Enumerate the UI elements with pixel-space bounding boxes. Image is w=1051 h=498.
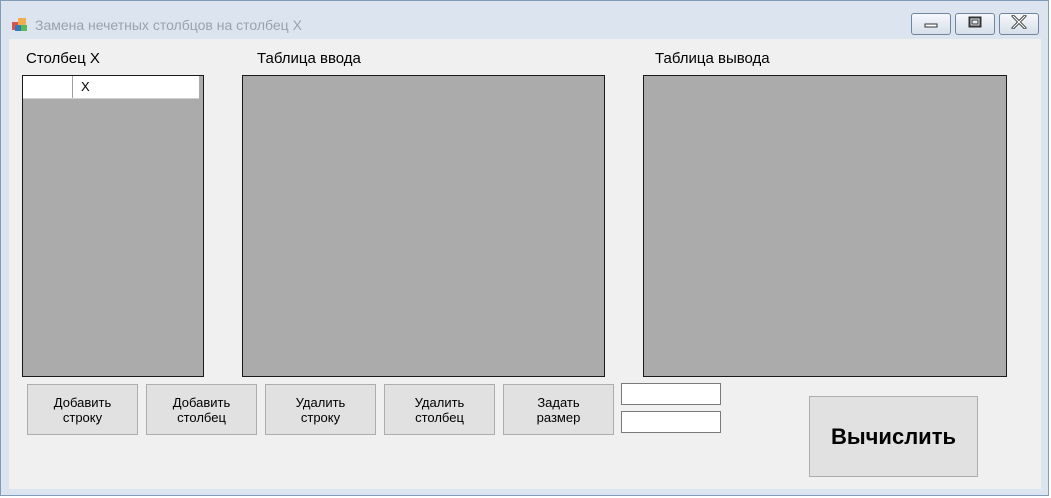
maximize-button[interactable] [955, 13, 995, 35]
input-table-grid[interactable] [242, 75, 605, 377]
window-title: Замена нечетных столбцов на столбец X [35, 17, 302, 33]
column-x-label: Столбец X [26, 50, 100, 67]
minimize-icon [924, 15, 938, 33]
form-client-area: Столбец X Таблица ввода Таблица вывода X… [9, 39, 1041, 489]
size-input-1[interactable] [621, 383, 721, 405]
delete-row-button[interactable]: Удалить строку [265, 384, 376, 435]
title-bar[interactable]: Замена нечетных столбцов на столбец X [1, 1, 1048, 37]
column-x-grid[interactable]: X [22, 75, 204, 377]
minimize-button[interactable] [911, 13, 951, 35]
add-row-button[interactable]: Добавить строку [27, 384, 138, 435]
set-size-button[interactable]: Задать размер [503, 384, 614, 435]
app-icon [11, 16, 29, 34]
column-x-grid-header: X [23, 76, 199, 99]
output-table-grid[interactable] [643, 75, 1007, 377]
add-column-button[interactable]: Добавить столбец [146, 384, 257, 435]
calculate-button[interactable]: Вычислить [809, 396, 978, 477]
input-table-label: Таблица ввода [257, 50, 361, 67]
maximize-icon [968, 15, 982, 33]
main-window: Замена нечетных столбцов на столбец X Ст… [0, 0, 1049, 496]
column-header-x[interactable]: X [73, 76, 199, 98]
close-icon [1011, 14, 1027, 34]
output-table-label: Таблица вывода [655, 50, 770, 67]
delete-column-button[interactable]: Удалить столбец [384, 384, 495, 435]
close-button[interactable] [999, 13, 1039, 35]
row-header-corner[interactable] [23, 76, 73, 98]
size-input-2[interactable] [621, 411, 721, 433]
